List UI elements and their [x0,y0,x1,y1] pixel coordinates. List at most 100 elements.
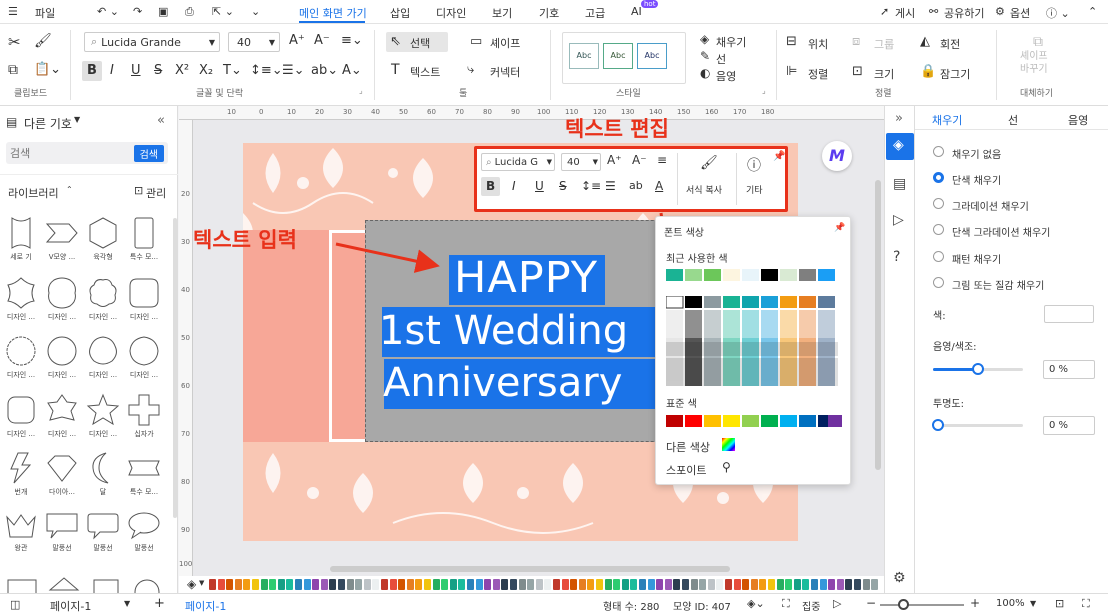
shape-hexagon[interactable]: 육각형 [83,216,123,262]
help-icon[interactable]: ⓘ ⌄ [1046,5,1070,21]
color-swatch[interactable] [260,579,268,590]
color-swatch[interactable] [252,579,259,590]
float-size-select[interactable]: 40 ▼ [561,153,601,171]
fill-button[interactable]: 채우기 [716,34,746,50]
color-swatch[interactable] [467,579,474,590]
menu-file[interactable]: 파일 [35,5,55,21]
color-swatch[interactable] [682,579,689,590]
strike-icon[interactable]: S [154,63,162,78]
color-swatch[interactable] [458,579,466,590]
color-swatch[interactable] [269,579,277,590]
expand-icon[interactable]: ⌟ [359,86,363,95]
share-button[interactable]: 공유하기 [944,5,984,21]
color-swatch[interactable] [501,579,509,590]
color-swatch[interactable] [363,579,371,590]
fit-page-icon[interactable]: ⊡ [1055,597,1064,610]
color-swatch[interactable] [664,579,672,590]
color-swatch[interactable] [621,579,629,590]
color-swatch[interactable] [818,269,835,281]
color-swatch[interactable] [484,579,492,590]
radio-solid-gradient-fill[interactable] [933,224,944,235]
line-spacing-icon[interactable]: ↕≡ [581,179,601,193]
layers-icon[interactable]: ◈⌄ [747,597,765,610]
radio-solid-fill[interactable] [933,172,944,183]
color-swatch[interactable] [656,579,664,590]
canvas-scrollbar-h[interactable] [330,566,730,572]
chevron-down-icon[interactable]: ▼ [74,115,80,124]
color-swatch[interactable] [785,579,793,590]
style-preset[interactable]: Abc [637,43,667,69]
color-swatch[interactable] [799,415,816,427]
color-swatch[interactable] [759,579,767,590]
shape-callout[interactable]: 말풍선 [42,511,82,553]
font-color-icon[interactable]: A [655,179,663,193]
tab-symbol[interactable]: 기호 [539,5,559,21]
zoom-slider-handle[interactable] [898,599,909,610]
more-button[interactable]: 기타 [746,183,763,196]
shape-button[interactable]: 셰이프 [490,35,520,51]
replace-shape-button[interactable]: 셰이프 바꾸기 [1020,50,1048,76]
search-button[interactable]: 검색 [133,145,164,162]
format-painter-icon[interactable]: 🖌 [34,33,52,49]
tab-view[interactable]: 보기 [492,5,512,21]
focus-button[interactable]: 집중 [802,598,820,613]
color-swatch[interactable] [441,579,449,590]
font-family-select[interactable]: ⌕ Lucida Grande ▼ [84,32,220,52]
font-grow-icon[interactable]: A⁺ [289,33,305,48]
chevron-down-icon[interactable]: ▼ [124,599,130,608]
color-swatch[interactable] [742,415,759,427]
connector-button[interactable]: 커넥터 [490,64,520,80]
bold-icon[interactable]: B [486,179,495,193]
color-swatch[interactable] [845,579,853,590]
color-swatch[interactable] [449,579,457,590]
theme-color-grid[interactable] [665,295,838,388]
shape-design[interactable]: 디자인 ... [42,276,82,322]
color-swatch[interactable] [761,269,778,281]
color-swatch[interactable] [776,579,784,590]
color-swatch[interactable] [707,579,715,590]
shape-design[interactable]: 디자인 ... [1,393,41,439]
color-swatch[interactable] [685,269,702,281]
format-painter-icon[interactable]: 🖌 [700,155,718,171]
chevron-up-icon[interactable]: ⌃ [66,185,73,194]
color-swatch[interactable] [733,579,741,590]
eyedropper-button[interactable]: 스포이트 [666,462,706,478]
shadow-button[interactable]: 음영 [716,68,736,84]
radio-no-fill[interactable] [933,146,944,157]
play-icon[interactable]: ▷ [833,597,841,610]
copy-icon[interactable]: ⧉ [8,62,18,78]
focus-icon[interactable]: ⛶ [782,597,790,611]
shade-value-input[interactable]: 0 % [1043,360,1095,379]
redo-icon[interactable]: ↷ [133,5,142,18]
color-swatch[interactable] [415,579,423,590]
text-case-icon[interactable]: T⌄ [223,63,242,78]
color-swatch[interactable] [475,579,483,590]
fill-bucket-icon[interactable]: ◈ [187,577,196,591]
options-icon[interactable]: ⚙ [995,5,1005,18]
heading-line-1[interactable]: HAPPY [445,251,607,305]
style-preset[interactable]: Abc [569,43,599,69]
color-swatch[interactable] [836,579,844,590]
zoom-in-icon[interactable]: + [970,596,980,610]
zoom-level[interactable]: 100% [996,598,1025,609]
page-selector[interactable]: 페이지-1 [50,598,91,614]
text-button[interactable]: 텍스트 [410,64,440,80]
shape-moon[interactable]: 달 [83,451,123,497]
hamburger-icon[interactable]: ☰ [8,5,18,18]
expand-icon[interactable]: ⌟ [762,86,766,95]
color-swatch[interactable] [716,579,724,590]
color-swatch[interactable] [811,579,818,590]
presentation-icon[interactable]: ▷ [893,212,904,228]
color-swatch[interactable] [761,415,778,427]
color-swatch[interactable] [871,579,879,590]
color-swatch[interactable] [793,579,801,590]
color-swatch[interactable] [346,579,354,590]
underline-icon[interactable]: U [535,179,544,193]
zoom-out-icon[interactable]: − [866,596,876,610]
tab-ai[interactable]: AI [631,5,642,18]
color-swatch[interactable] [561,579,569,590]
color-swatch[interactable] [372,579,380,590]
color-swatch[interactable] [780,269,797,281]
color-swatch[interactable] [630,579,638,590]
bullets-icon[interactable]: ☰⌄ [282,63,305,78]
